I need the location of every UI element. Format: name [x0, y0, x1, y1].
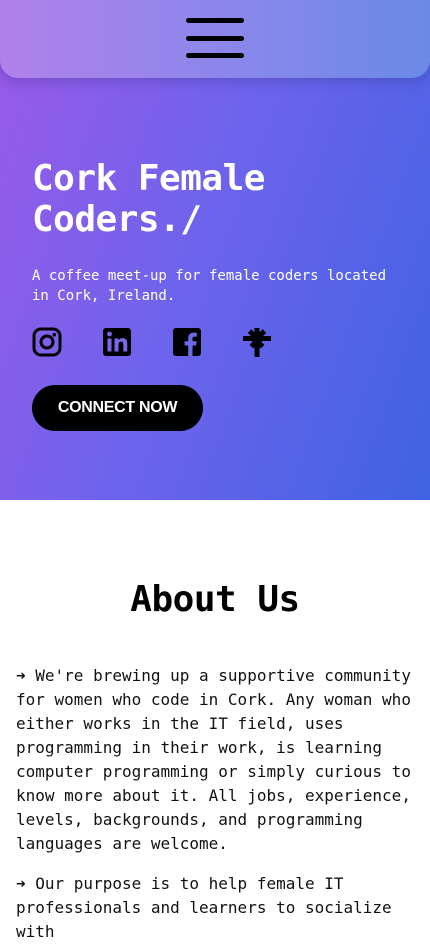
menu-line: [186, 18, 244, 23]
instagram-icon[interactable]: [32, 327, 62, 357]
menu-line: [186, 35, 244, 41]
linkedin-icon[interactable]: [102, 327, 132, 357]
facebook-icon[interactable]: [172, 327, 202, 357]
about-title: About Us: [130, 579, 300, 620]
social-links: [32, 325, 272, 359]
menu-line: [186, 53, 244, 58]
about-paragraph: ➜ We're brewing up a supportive communit…: [16, 666, 411, 853]
page-title: Cork Female Coders./: [32, 158, 265, 240]
top-navbar: [0, 0, 430, 78]
about-paragraph: ➜ Our purpose is to help female IT profe…: [16, 874, 392, 941]
hero-tagline: A coffee meet-up for female coders locat…: [32, 268, 387, 304]
connect-now-button[interactable]: CONNECT NOW: [32, 385, 203, 431]
hamburger-menu-icon[interactable]: [186, 18, 244, 58]
linktree-icon[interactable]: [242, 327, 272, 357]
hero-section: Cork Female Coders./ A coffee meet-up fo…: [0, 0, 430, 500]
